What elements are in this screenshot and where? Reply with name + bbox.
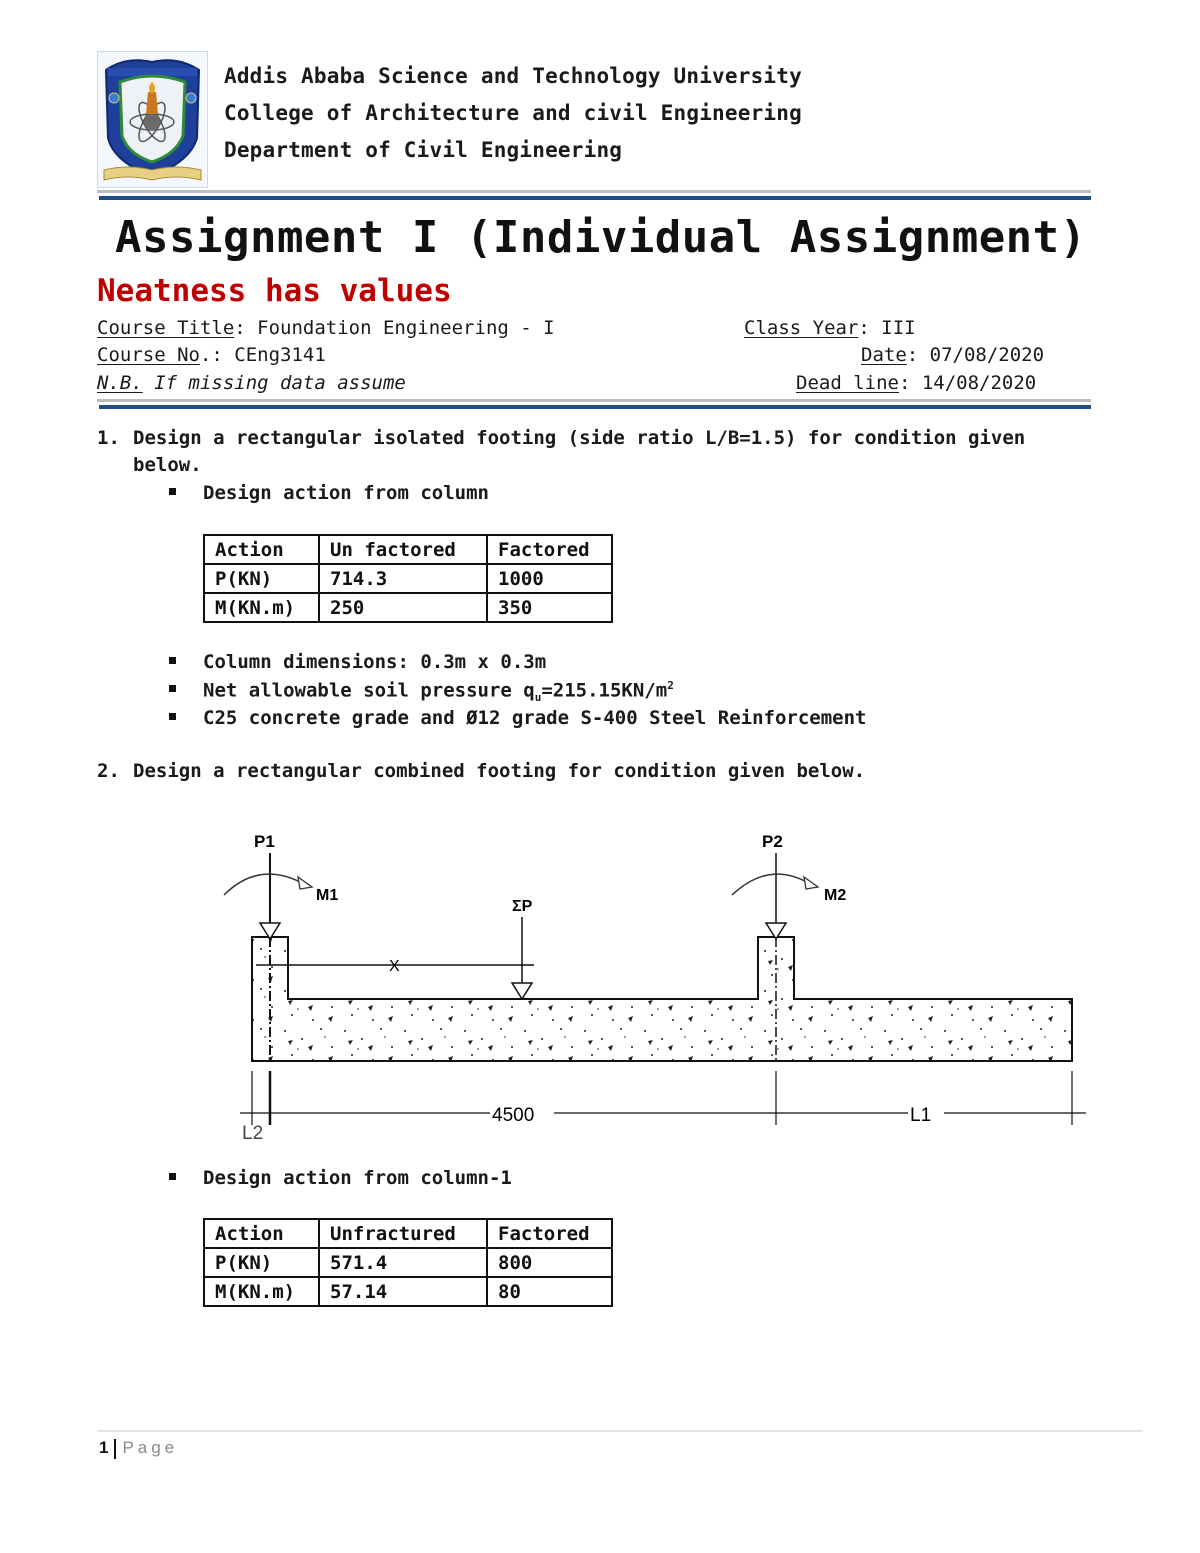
course-number-value: .: CEng3141 [199, 344, 326, 366]
course-title-label: Course Title [97, 317, 235, 339]
issue-date-label: Date [861, 344, 907, 366]
dim-l2-label: L2 [242, 1123, 263, 1144]
table-cell: 800 [486, 1247, 613, 1278]
header-divider-blue [99, 196, 1091, 200]
bullet-icon [169, 1173, 176, 1180]
question-2-text: Design a rectangular combined footing fo… [133, 760, 866, 782]
table-header-cell: Unfractured [318, 1218, 488, 1249]
m1-label: M1 [316, 887, 338, 904]
q1-bullet-text: Net allowable soil pressure q [203, 679, 535, 702]
meta-divider-blue [99, 405, 1091, 409]
combined-footing-diagram: P1 M1 ΣP X P2 M2 4500 L1 L2 [223, 832, 1086, 1144]
question-1-number: 1. [97, 427, 120, 449]
course-title: Course Title: Foundation Engineering - I [97, 317, 555, 339]
q2-bullet-text: Design action from column-1 [203, 1167, 512, 1189]
page-footer: 1 Page [99, 1438, 178, 1459]
class-year: Class Year: III [744, 317, 916, 339]
table-header-cell: Factored [486, 534, 613, 565]
footing-slab [251, 936, 1073, 1062]
table-header-row: Action Un factored Factored [203, 534, 613, 565]
page-number: 1 [99, 1438, 109, 1457]
p1-load-arrow [258, 853, 282, 941]
p2-load-arrow [764, 853, 788, 941]
q1-bullet-design-action: Design action from column [169, 482, 489, 504]
header-divider-grey [97, 190, 1091, 193]
m1-moment-arrow [223, 873, 314, 896]
university-name: Addis Ababa Science and Technology Unive… [224, 64, 802, 88]
issue-date-value: : 07/08/2020 [906, 344, 1045, 366]
department-name: Department of Civil Engineering [224, 138, 623, 162]
q1-bullet-text: C25 concrete grade and Ø12 grade S-400 S… [203, 707, 867, 729]
course-title-value: : Foundation Engineering - I [234, 317, 555, 339]
q2-action-table: Action Unfractured Factored P(KN) 571.4 … [203, 1218, 613, 1307]
university-crest-icon [97, 51, 208, 188]
q1-bullet-materials: C25 concrete grade and Ø12 grade S-400 S… [169, 707, 866, 729]
college-name: College of Architecture and civil Engine… [224, 101, 802, 125]
q1-bullet-text: Column dimensions: 0.3m x 0.3m [203, 651, 547, 673]
question-1-text-line2: below. [133, 454, 202, 476]
q1-bullet-column-dimensions: Column dimensions: 0.3m x 0.3m [169, 651, 546, 673]
question-2-number: 2. [97, 760, 120, 782]
m2-label: M2 [824, 887, 846, 904]
question-1-text-line1: Design a rectangular isolated footing (s… [133, 427, 1026, 449]
course-number: Course No.: CEng3141 [97, 344, 326, 366]
page-title: Assignment I (Individual Assignment) [115, 212, 1087, 263]
class-year-label: Class Year [744, 317, 859, 339]
deadline-value: : 14/08/2020 [898, 372, 1037, 394]
table-header-row: Action Unfractured Factored [203, 1218, 613, 1249]
table-row: P(KN) 714.3 1000 [203, 563, 613, 594]
q1-action-table: Action Un factored Factored P(KN) 714.3 … [203, 534, 613, 623]
table-cell: 57.14 [318, 1276, 488, 1307]
nb-value: If missing data assume [142, 372, 406, 394]
deadline-label: Dead line [796, 372, 899, 394]
bullet-icon [169, 488, 176, 495]
meta-divider-grey [97, 399, 1091, 402]
dim-span-label: 4500 [492, 1105, 534, 1126]
table-header-cell: Factored [486, 1218, 613, 1249]
table-header-cell: Un factored [318, 534, 488, 565]
table-row: P(KN) 571.4 800 [203, 1247, 613, 1278]
table-cell: 571.4 [318, 1247, 488, 1278]
neatness-note: Neatness has values [97, 273, 452, 309]
x-distance-label: X [389, 958, 400, 975]
table-cell: 250 [318, 592, 488, 623]
soil-pressure-value: =215.15KN/m [541, 679, 668, 702]
nb-label: N.B. [97, 372, 143, 394]
table-cell: P(KN) [203, 563, 320, 594]
table-cell: 350 [486, 592, 613, 623]
table-cell: 714.3 [318, 563, 488, 594]
bullet-icon [169, 657, 176, 664]
table-cell: 80 [486, 1276, 613, 1307]
table-header-cell: Action [203, 1218, 320, 1249]
deadline: Dead line: 14/08/2020 [796, 372, 1036, 394]
p1-label: P1 [254, 832, 275, 851]
resultant-load-arrow [510, 917, 534, 1001]
q2-bullet-design-action: Design action from column-1 [169, 1167, 512, 1189]
table-cell: 1000 [486, 563, 613, 594]
dim-l1-label: L1 [910, 1105, 931, 1126]
bullet-icon [169, 685, 176, 693]
table-row: M(KN.m) 57.14 80 [203, 1276, 613, 1307]
p2-label: P2 [762, 832, 783, 851]
page-label: Page [122, 1438, 179, 1457]
m2-moment-arrow [731, 873, 820, 896]
table-cell: M(KN.m) [203, 1276, 320, 1307]
footer-divider [97, 1430, 1143, 1432]
q1-bullet-text: Design action from column [203, 482, 489, 504]
course-number-label: Course No [97, 344, 200, 366]
table-cell: P(KN) [203, 1247, 320, 1278]
dimension-lines [240, 1071, 1086, 1125]
class-year-value: : III [858, 317, 916, 339]
bullet-icon [169, 713, 176, 720]
nb-note: N.B. If missing data assume [97, 372, 406, 394]
issue-date: Date: 07/08/2020 [861, 344, 1044, 366]
table-header-cell: Action [203, 534, 320, 565]
table-row: M(KN.m) 250 350 [203, 592, 613, 623]
table-cell: M(KN.m) [203, 592, 320, 623]
soil-pressure-superscript: 2 [667, 679, 674, 692]
resultant-label: ΣP [512, 898, 533, 915]
footer-separator [114, 1438, 117, 1459]
q1-bullet-soil-pressure: Net allowable soil pressure qu=215.15KN/… [169, 679, 674, 704]
